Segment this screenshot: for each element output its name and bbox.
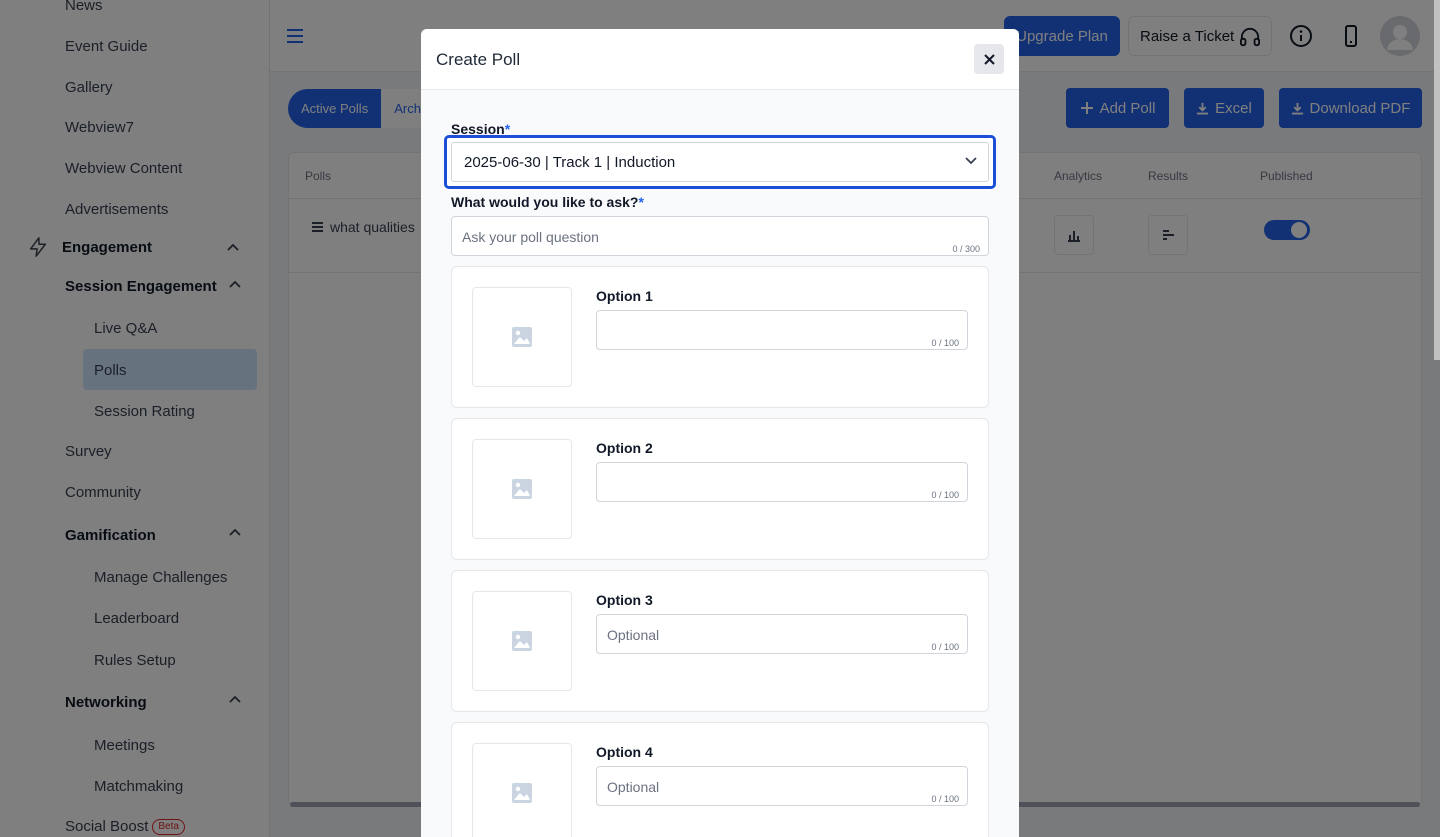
option-image-upload[interactable] bbox=[472, 591, 572, 691]
option-card-2: Option 2 0 / 100 bbox=[451, 418, 989, 560]
question-label: What would you like to ask?* bbox=[451, 194, 644, 210]
option-label: Option 3 bbox=[596, 592, 653, 608]
char-counter: 0 / 300 bbox=[952, 244, 980, 254]
create-poll-modal: Create Poll Session* 2025-06-30 | Track … bbox=[421, 29, 1019, 837]
option-image-upload[interactable] bbox=[472, 743, 572, 837]
poll-question-input[interactable]: Ask your poll question 0 / 300 bbox=[451, 216, 989, 256]
option-label: Option 1 bbox=[596, 288, 653, 304]
option-image-upload[interactable] bbox=[472, 287, 572, 387]
session-select[interactable]: 2025-06-30 | Track 1 | Induction bbox=[451, 142, 989, 182]
char-counter: 0 / 100 bbox=[931, 490, 959, 500]
option-card-3: Option 3 Optional 0 / 100 bbox=[451, 570, 989, 712]
question-label-text: What would you like to ask? bbox=[451, 194, 639, 210]
chevron-down-icon bbox=[965, 157, 977, 165]
required-mark: * bbox=[638, 194, 644, 210]
option-label: Option 2 bbox=[596, 440, 653, 456]
option-card-1: Option 1 0 / 100 bbox=[451, 266, 989, 408]
char-counter: 0 / 100 bbox=[931, 338, 959, 348]
option-placeholder: Optional bbox=[607, 627, 660, 643]
page-scrollbar[interactable] bbox=[1434, 0, 1440, 360]
poll-question-placeholder: Ask your poll question bbox=[462, 229, 599, 245]
image-icon bbox=[512, 479, 532, 499]
option-image-upload[interactable] bbox=[472, 439, 572, 539]
char-counter: 0 / 100 bbox=[931, 794, 959, 804]
option-input[interactable]: 0 / 100 bbox=[596, 310, 968, 350]
image-icon bbox=[512, 327, 532, 347]
char-counter: 0 / 100 bbox=[931, 642, 959, 652]
option-placeholder: Optional bbox=[607, 779, 660, 795]
image-icon bbox=[512, 783, 532, 803]
option-card-4: Option 4 Optional 0 / 100 bbox=[451, 722, 989, 837]
modal-title: Create Poll bbox=[436, 50, 521, 69]
close-icon bbox=[983, 53, 995, 65]
session-select-focus-ring: 2025-06-30 | Track 1 | Induction bbox=[444, 135, 996, 189]
close-button[interactable] bbox=[974, 44, 1004, 74]
option-input[interactable]: Optional 0 / 100 bbox=[596, 614, 968, 654]
session-select-value: 2025-06-30 | Track 1 | Induction bbox=[464, 153, 676, 171]
option-input[interactable]: Optional 0 / 100 bbox=[596, 766, 968, 806]
option-input[interactable]: 0 / 100 bbox=[596, 462, 968, 502]
image-icon bbox=[512, 631, 532, 651]
option-label: Option 4 bbox=[596, 744, 653, 760]
modal-header: Create Poll bbox=[421, 29, 1019, 90]
